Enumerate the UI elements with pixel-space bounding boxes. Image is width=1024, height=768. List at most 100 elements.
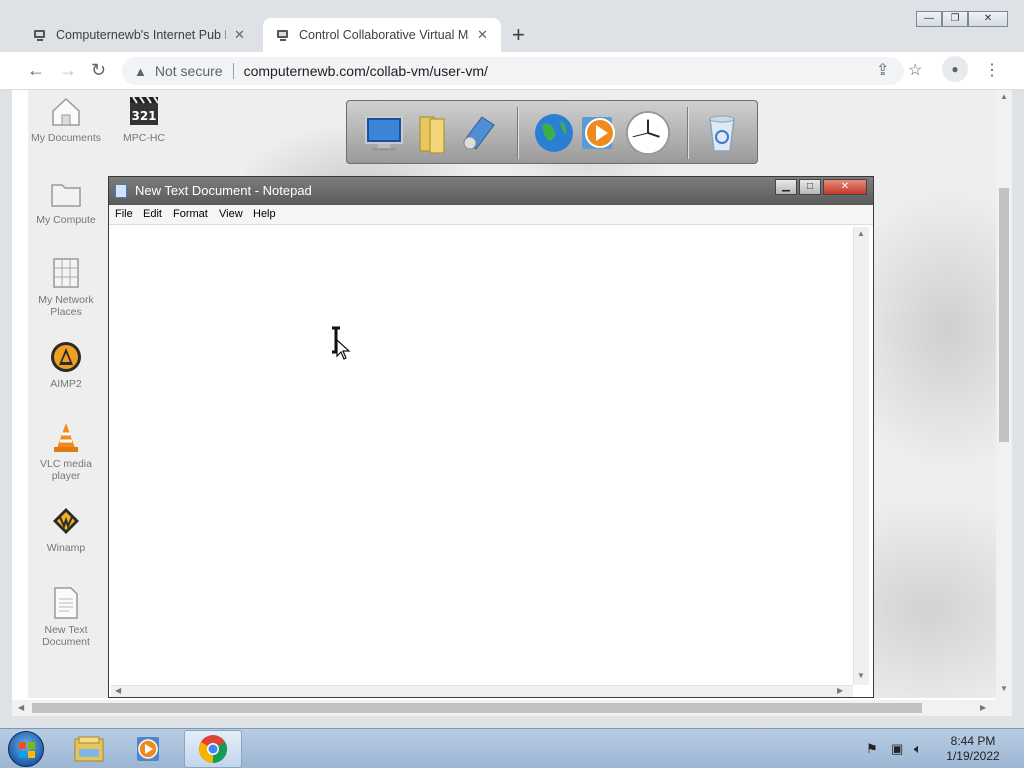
notepad-window[interactable]: New Text Document - Notepad ▁ □ ✕ File E… bbox=[108, 176, 874, 698]
dock-documents[interactable] bbox=[409, 109, 455, 157]
taskbar-media-player[interactable] bbox=[120, 730, 178, 768]
dock-clock[interactable] bbox=[625, 109, 671, 157]
back-button[interactable]: ← bbox=[27, 60, 45, 80]
house-icon bbox=[48, 94, 84, 128]
tab-title: Computernewb's Internet Pub H bbox=[56, 28, 226, 42]
media-player-icon bbox=[582, 117, 615, 149]
menu-view[interactable]: View bbox=[219, 208, 243, 220]
desktop-icon-my-network-places[interactable]: My Network Places bbox=[28, 256, 104, 318]
scroll-left-icon[interactable]: ◀ bbox=[115, 686, 121, 695]
warning-icon[interactable]: ▲ bbox=[134, 64, 147, 79]
menu-edit[interactable]: Edit bbox=[143, 208, 162, 220]
desktop-icon-label: MPC-HC bbox=[123, 132, 165, 144]
control-panel-icon bbox=[463, 116, 495, 150]
forward-button[interactable]: → bbox=[59, 60, 77, 80]
window-restore-button[interactable]: ❐ bbox=[942, 11, 968, 27]
url-text[interactable]: computernewb.com/collab-vm/user-vm/ bbox=[244, 63, 488, 79]
desktop-icon-label: AIMP2 bbox=[50, 378, 82, 390]
media-player-icon bbox=[137, 737, 159, 761]
network-tray-icon[interactable]: ▣ bbox=[891, 741, 903, 757]
share-icon[interactable]: ⇪ bbox=[876, 60, 889, 80]
new-tab-button[interactable]: + bbox=[512, 24, 525, 46]
notepad-vertical-scrollbar[interactable]: ▲ ▼ bbox=[853, 227, 869, 685]
clock-date: 1/19/2022 bbox=[946, 749, 1000, 763]
tab-strip: Computernewb's Internet Pub H ✕ Control … bbox=[0, 0, 1024, 52]
security-label[interactable]: Not secure bbox=[155, 63, 223, 79]
globe-icon bbox=[535, 114, 573, 152]
winamp-icon bbox=[48, 504, 84, 538]
tab-close-icon[interactable]: ✕ bbox=[477, 27, 488, 43]
window-close-button[interactable]: ✕ bbox=[968, 11, 1008, 27]
browser-toolbar: ← → ↻ ▲ Not secure computernewb.com/coll… bbox=[0, 52, 1024, 90]
window-minimize-button[interactable]: — bbox=[916, 11, 942, 27]
volume-icon[interactable]: 🔈︎ bbox=[914, 741, 922, 757]
start-button[interactable] bbox=[8, 731, 44, 767]
address-bar[interactable]: ▲ Not secure computernewb.com/collab-vm/… bbox=[122, 57, 904, 85]
desktop-dock bbox=[346, 100, 758, 164]
dock-separator bbox=[687, 107, 689, 159]
system-clock[interactable]: 8:44 PM 1/19/2022 bbox=[938, 734, 1008, 764]
notepad-maximize-button[interactable]: □ bbox=[799, 179, 821, 195]
desktop-icon-mpc-hc[interactable]: 321 MPC-HC bbox=[106, 94, 182, 144]
scroll-right-icon[interactable]: ▶ bbox=[837, 686, 843, 695]
reload-button[interactable]: ↻ bbox=[91, 60, 106, 80]
clock-time: 8:44 PM bbox=[950, 734, 996, 748]
desktop-icon-label: VLC media player bbox=[40, 458, 92, 482]
recycle-bin-icon bbox=[709, 115, 735, 152]
notepad-minimize-button[interactable]: ▁ bbox=[775, 179, 797, 195]
scroll-up-icon[interactable]: ▲ bbox=[857, 229, 865, 238]
menu-kebab-icon[interactable]: ⋮ bbox=[984, 60, 1000, 80]
action-center-flag-icon[interactable]: ⚑ bbox=[866, 741, 878, 757]
desktop-icon-vlc[interactable]: VLC media player bbox=[28, 420, 104, 482]
desktop-icon-my-documents[interactable]: My Documents bbox=[28, 94, 104, 144]
page-horizontal-thumb[interactable] bbox=[32, 703, 922, 713]
address-divider bbox=[232, 63, 234, 79]
menu-format[interactable]: Format bbox=[173, 208, 208, 220]
page-horizontal-scrollbar[interactable]: ◀ ▶ bbox=[12, 700, 1012, 716]
bookmark-star-icon[interactable]: ☆ bbox=[908, 60, 922, 80]
computernewb-favicon-icon bbox=[277, 30, 288, 41]
profile-avatar-icon[interactable]: ● bbox=[942, 56, 968, 82]
tab-internet-pub[interactable]: Computernewb's Internet Pub H ✕ bbox=[20, 18, 262, 52]
text-file-icon bbox=[48, 586, 84, 620]
desktop-icon-label: Winamp bbox=[46, 542, 86, 554]
menu-file[interactable]: File bbox=[115, 208, 133, 220]
desktop-icon-new-text-document[interactable]: New Text Document bbox=[28, 586, 104, 648]
notepad-close-button[interactable]: ✕ bbox=[823, 179, 867, 195]
desktop-icon-label: My Compute bbox=[36, 214, 96, 226]
page-vertical-scrollbar[interactable]: ▲ ▼ bbox=[996, 90, 1012, 700]
monitor-icon bbox=[365, 116, 403, 151]
scroll-up-icon[interactable]: ▲ bbox=[1000, 92, 1008, 101]
windows-logo-icon bbox=[19, 742, 35, 758]
browser-window: Computernewb's Internet Pub H ✕ Control … bbox=[0, 0, 1024, 728]
dock-computer[interactable] bbox=[361, 109, 407, 157]
scroll-left-icon[interactable]: ◀ bbox=[18, 703, 24, 712]
scroll-right-icon[interactable]: ▶ bbox=[980, 703, 986, 712]
dock-internet[interactable] bbox=[531, 109, 577, 157]
scroll-down-icon[interactable]: ▼ bbox=[1000, 684, 1008, 693]
notepad-menubar: File Edit Format View Help bbox=[109, 205, 873, 225]
tab-close-icon[interactable]: ✕ bbox=[234, 27, 245, 43]
aimp-icon bbox=[48, 340, 84, 374]
taskbar-chrome[interactable] bbox=[184, 730, 242, 768]
page-vertical-thumb[interactable] bbox=[999, 188, 1009, 442]
film-icon: 321 bbox=[126, 94, 162, 128]
desktop-icon-my-computer[interactable]: My Compute bbox=[28, 176, 104, 226]
windows-taskbar: ⚑ ▣ 🔈︎ 8:44 PM 1/19/2022 bbox=[0, 728, 1024, 768]
dock-control-panel[interactable] bbox=[455, 109, 501, 157]
dock-media-player[interactable] bbox=[577, 109, 623, 157]
notepad-titlebar[interactable]: New Text Document - Notepad bbox=[109, 177, 873, 205]
vm-screen[interactable]: My Documents 321 MPC-HC My Compute My Ne… bbox=[28, 90, 1008, 698]
tab-collab-vm[interactable]: Control Collaborative Virtual Ma ✕ bbox=[263, 18, 501, 52]
network-icon bbox=[48, 256, 84, 290]
menu-help[interactable]: Help bbox=[253, 208, 276, 220]
desktop-icon-winamp[interactable]: Winamp bbox=[28, 504, 104, 554]
scroll-down-icon[interactable]: ▼ bbox=[857, 671, 865, 680]
folders-icon bbox=[419, 116, 445, 154]
desktop-icon-aimp2[interactable]: AIMP2 bbox=[28, 340, 104, 390]
vlc-cone-icon bbox=[48, 420, 84, 454]
notepad-text-area[interactable] bbox=[111, 227, 851, 685]
dock-recycle-bin[interactable] bbox=[699, 109, 745, 157]
taskbar-explorer[interactable] bbox=[60, 730, 118, 768]
notepad-horizontal-scrollbar[interactable]: ◀ ▶ bbox=[111, 685, 853, 697]
